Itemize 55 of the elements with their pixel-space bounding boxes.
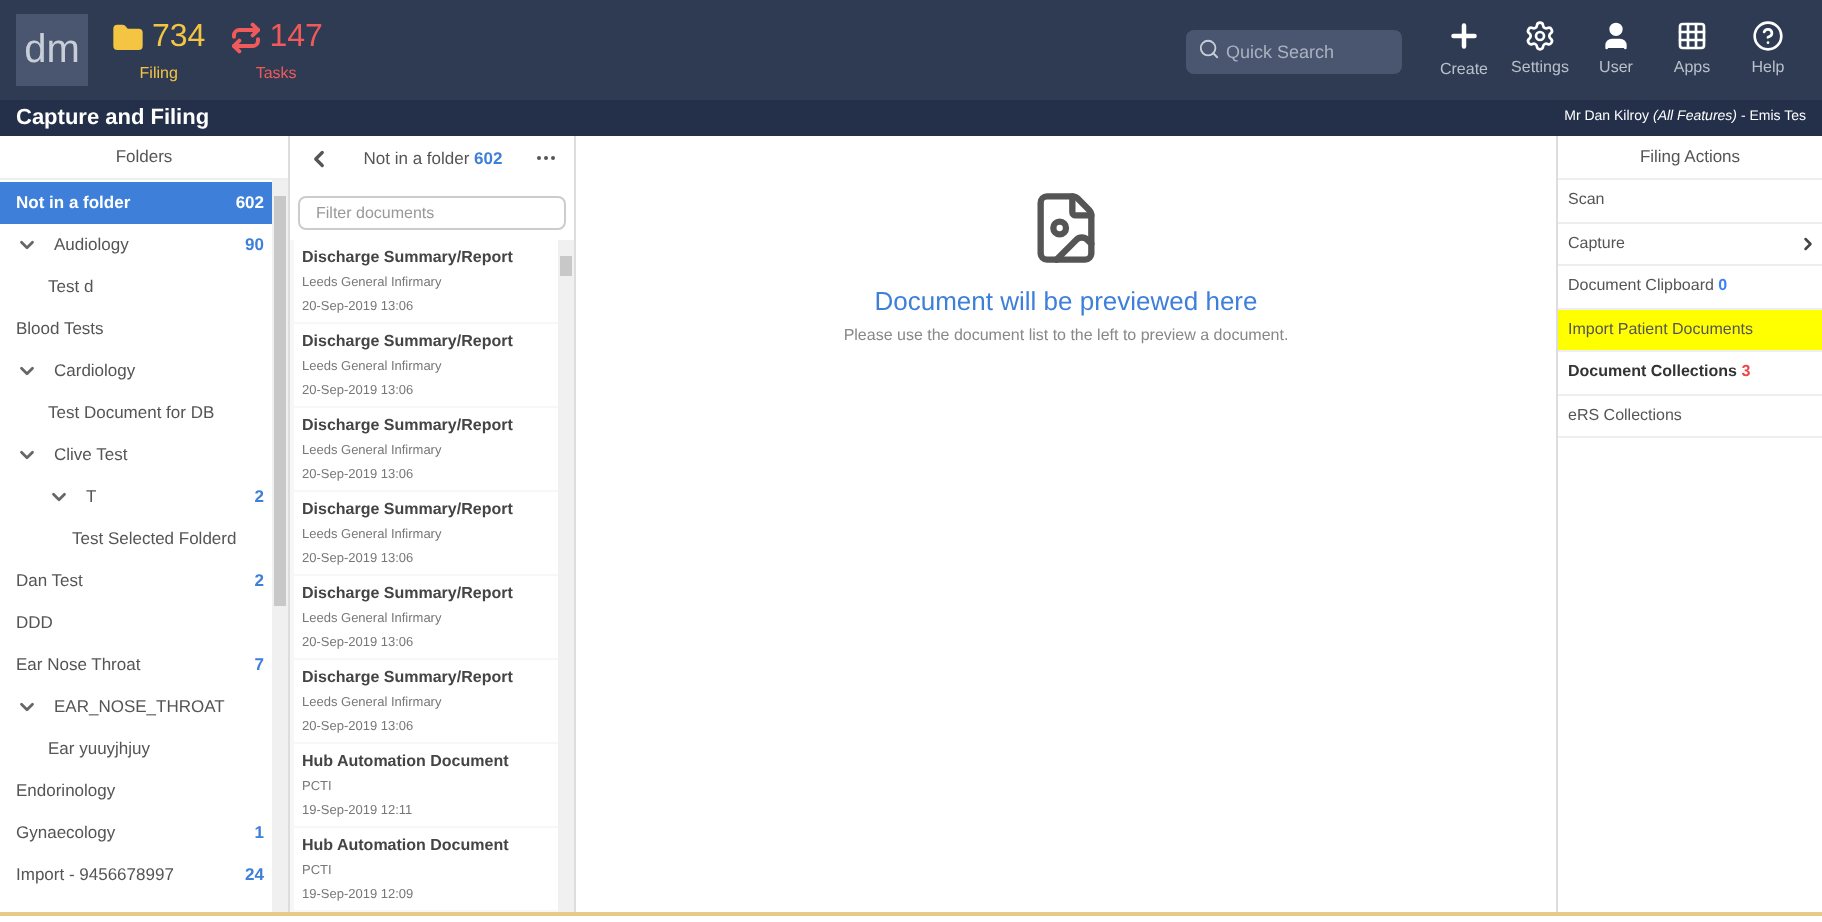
toolbar-button[interactable]: Settings (1502, 20, 1578, 80)
toolbar-button[interactable]: Create (1426, 18, 1502, 82)
toolbar-button[interactable]: Help (1730, 20, 1806, 80)
document-title: Discharge Summary/Report (302, 330, 515, 354)
folder-item[interactable]: Test Selected Folderd (0, 518, 272, 560)
folder-item[interactable]: Dan Test 2 (0, 560, 272, 602)
document-title: Discharge Summary/Report (302, 414, 515, 438)
folder-item[interactable]: Audiology 90 (0, 224, 272, 266)
filter-field[interactable]: Filter documents (298, 196, 566, 230)
folder-item[interactable]: Blood Tests (0, 308, 272, 350)
document-title: Hub Automation Document (302, 750, 511, 774)
scrollbar[interactable] (272, 180, 288, 912)
folder-icon (112, 22, 144, 54)
filing-action[interactable]: Capture (1558, 223, 1822, 266)
panel-heading: Not in a folder 602 (361, 145, 505, 171)
filing-action[interactable]: Document Collections 3 (1558, 352, 1822, 395)
folder-item[interactable]: Import - 9456678997 24 (0, 854, 272, 896)
user-icon (1600, 20, 1632, 52)
toolbar-button[interactable]: User (1578, 20, 1654, 80)
scrollbar[interactable] (558, 240, 574, 912)
preview-hint: Please use the document list to the left to preview a document. (843, 323, 1289, 347)
folder-item[interactable]: Not in a folder 602 (0, 182, 272, 224)
folder-item[interactable]: EAR_NOSE_THROAT (0, 686, 272, 728)
toolbar-button[interactable]: Apps (1654, 20, 1730, 80)
help-icon (1752, 20, 1784, 52)
counter-tab[interactable]: 734 Filing (112, 14, 206, 86)
page-title: Capture and Filing (16, 103, 210, 134)
folder-item[interactable]: Gynaecology 1 (0, 812, 272, 854)
document-title: Discharge Summary/Report (302, 582, 515, 606)
panel-heading: Folders (0, 136, 288, 180)
document-title: Discharge Summary/Report (302, 498, 515, 522)
folder-item[interactable]: Clive Test (0, 434, 272, 476)
search-field[interactable]: Quick Search (1186, 30, 1402, 74)
folder-item[interactable]: DDD (0, 602, 272, 644)
settings-icon (1524, 20, 1556, 52)
folder-item[interactable]: Test d (0, 266, 272, 308)
folder-item[interactable]: T 2 (0, 476, 272, 518)
plus-icon (1446, 18, 1482, 54)
folder-item[interactable]: Test Document for DB (0, 392, 272, 434)
logo: dm (16, 14, 88, 86)
folder-item[interactable]: Cardiology (0, 350, 272, 392)
document-title: Discharge Summary/Report (302, 666, 515, 690)
grid-icon (1676, 20, 1708, 52)
filing-action[interactable]: Import Patient Documents (1558, 309, 1822, 352)
filing-action[interactable]: eRS Collections (1558, 395, 1822, 438)
repeat-icon (229, 22, 262, 54)
preview-heading: Document will be previewed here (874, 284, 1258, 320)
document-title: Discharge Summary/Report (302, 246, 515, 270)
folder-item[interactable]: Ear yuuyjhjuy (0, 728, 272, 770)
document-title: Hub Automation Document (302, 834, 511, 858)
panel-heading: Filing Actions (1558, 136, 1822, 180)
search-icon (1198, 37, 1220, 59)
folder-item[interactable]: Ear Nose Throat 7 (0, 644, 272, 686)
filing-action[interactable]: Scan (1558, 180, 1822, 223)
folder-item[interactable]: Endorinology (0, 770, 272, 812)
